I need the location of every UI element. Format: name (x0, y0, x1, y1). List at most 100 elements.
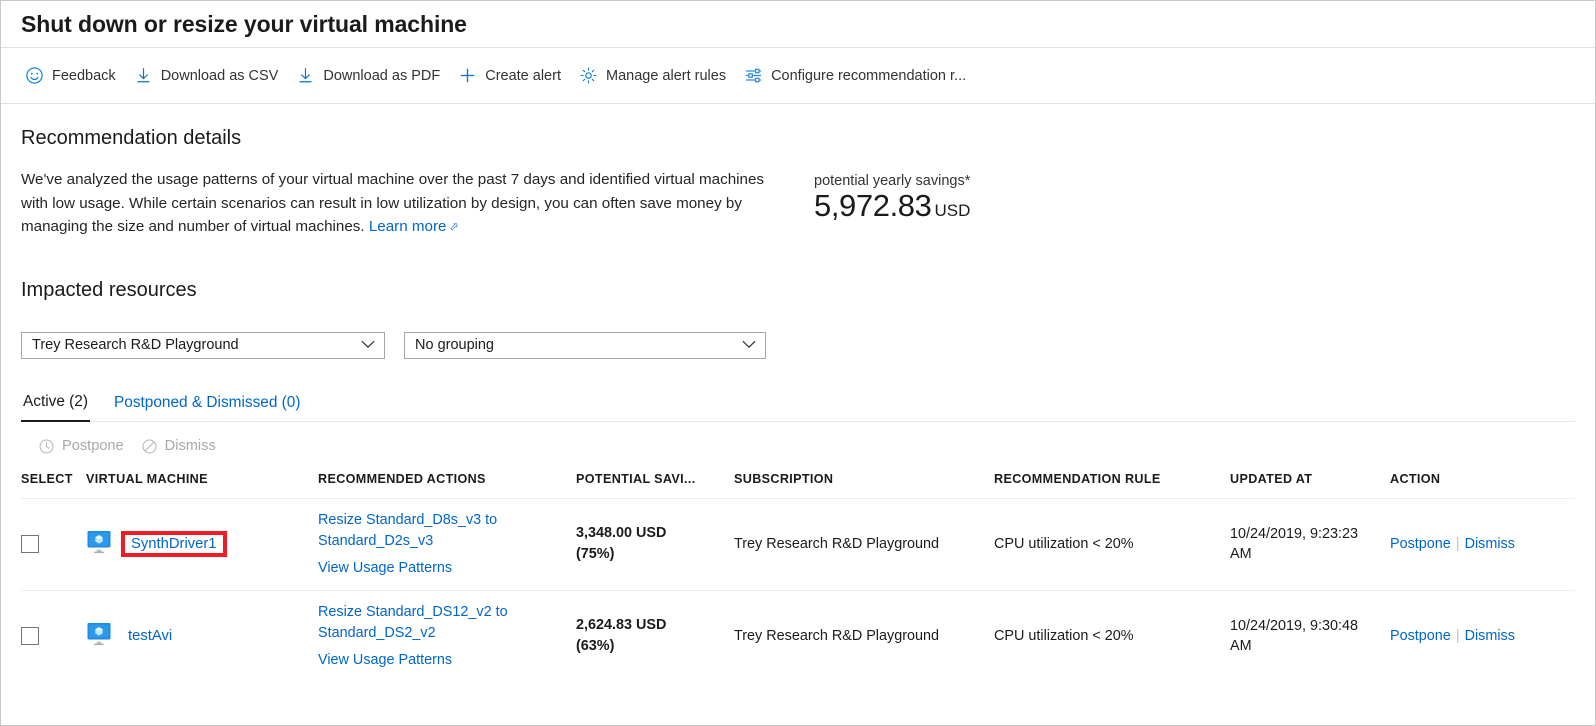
external-link-icon: ⬀ (450, 216, 459, 240)
table-header-row: SELECT VIRTUAL MACHINE RECOMMENDED ACTIO… (21, 468, 1575, 499)
virtual-machine-link[interactable]: testAvi (121, 625, 179, 647)
plus-icon (458, 66, 477, 85)
manage-alert-rules-button[interactable]: Manage alert rules (574, 62, 739, 89)
row-postpone-link[interactable]: Postpone (1390, 628, 1451, 644)
smiley-icon (25, 66, 44, 85)
recommendation-details-row: We've analyzed the usage patterns of you… (21, 168, 1575, 241)
row-checkbox[interactable] (21, 627, 39, 645)
row-action-cell: Postpone | Dismiss (1390, 590, 1575, 682)
feedback-button[interactable]: Feedback (20, 62, 129, 89)
download-pdf-label: Download as PDF (323, 68, 440, 84)
row-recommended-action-cell: Resize Standard_D8s_v3 to Standard_D2s_v… (318, 498, 576, 590)
row-updated-at-cell: 10/24/2019, 9:23:23 AM (1230, 498, 1390, 590)
block-icon (141, 438, 158, 455)
row-savings-amount: 2,624.83 USD (576, 615, 724, 636)
row-dismiss-link[interactable]: Dismiss (1465, 536, 1515, 552)
table-header: SELECT VIRTUAL MACHINE RECOMMENDED ACTIO… (21, 468, 1575, 499)
blade-titlebar: Shut down or resize your virtual machine (1, 1, 1595, 48)
scope-filter-dropdown[interactable]: Trey Research R&D Playground (21, 332, 385, 359)
action-separator: | (1456, 628, 1460, 644)
row-dismiss-link[interactable]: Dismiss (1465, 628, 1515, 644)
row-subscription-cell: Trey Research R&D Playground (734, 590, 994, 682)
row-select-cell (21, 498, 86, 590)
tab-active[interactable]: Active (2) (21, 393, 90, 422)
row-savings-percent: (75%) (576, 544, 724, 565)
feedback-label: Feedback (52, 68, 116, 84)
potential-savings-label: potential yearly savings* (814, 173, 970, 189)
recommendation-description: We've analyzed the usage patterns of you… (21, 168, 791, 241)
page-title: Shut down or resize your virtual machine (21, 11, 467, 38)
impacted-resources-title: Impacted resources (21, 279, 1575, 302)
resize-recommendation-link[interactable]: Resize Standard_D8s_v3 to Standard_D2s_v… (318, 512, 497, 549)
clock-icon (38, 438, 55, 455)
configure-recommendation-button[interactable]: Configure recommendation r... (739, 62, 979, 89)
table-body: SynthDriver1 Resize Standard_D8s_v3 to S… (21, 498, 1575, 682)
virtual-machine-icon (86, 622, 112, 650)
chevron-down-icon (361, 337, 375, 353)
row-postpone-link[interactable]: Postpone (1390, 536, 1451, 552)
dismiss-label: Dismiss (165, 438, 216, 454)
row-updated-at-cell: 10/24/2019, 9:30:48 AM (1230, 590, 1390, 682)
savings-amount-number: 5,972.83 (814, 188, 931, 223)
learn-more-link[interactable]: Learn more (369, 218, 447, 235)
recommendation-tabs: Active (2) Postponed & Dismissed (0) (21, 393, 1575, 422)
savings-currency: USD (934, 201, 970, 220)
gear-icon (579, 66, 598, 85)
recommendations-table: SELECT VIRTUAL MACHINE RECOMMENDED ACTIO… (21, 468, 1575, 682)
column-header-recommendation-rule: RECOMMENDATION RULE (994, 468, 1230, 499)
grouping-filter-dropdown[interactable]: No grouping (404, 332, 766, 359)
download-csv-label: Download as CSV (161, 68, 279, 84)
virtual-machine-icon (86, 530, 112, 558)
row-actions-bar: Postpone Dismiss (21, 422, 1575, 468)
download-icon (134, 66, 153, 85)
column-header-potential-savings: POTENTIAL SAVI... (576, 468, 734, 499)
row-potential-savings-cell: 3,348.00 USD (75%) (576, 498, 734, 590)
column-header-subscription: SUBSCRIPTION (734, 468, 994, 499)
column-header-updated-at: UPDATED AT (1230, 468, 1390, 499)
tab-postponed-dismissed[interactable]: Postponed & Dismissed (0) (112, 394, 302, 421)
row-action-cell: Postpone | Dismiss (1390, 498, 1575, 590)
view-usage-patterns-link[interactable]: View Usage Patterns (318, 650, 566, 671)
row-recommendation-rule-cell: CPU utilization < 20% (994, 498, 1230, 590)
recommendation-details-title: Recommendation details (21, 104, 1575, 150)
row-subscription-cell: Trey Research R&D Playground (734, 498, 994, 590)
table-row: testAvi Resize Standard_DS12_v2 to Stand… (21, 590, 1575, 682)
action-separator: | (1456, 536, 1460, 552)
sliders-icon (744, 66, 763, 85)
chevron-down-icon (742, 337, 756, 353)
create-alert-button[interactable]: Create alert (453, 62, 574, 89)
download-icon (296, 66, 315, 85)
potential-savings-value: 5,972.83USD (814, 190, 970, 223)
download-pdf-button[interactable]: Download as PDF (291, 62, 453, 89)
row-virtual-machine-cell: SynthDriver1 (86, 498, 318, 590)
postpone-label: Postpone (62, 438, 124, 454)
row-recommended-action-cell: Resize Standard_DS12_v2 to Standard_DS2_… (318, 590, 576, 682)
recommendation-blade: Shut down or resize your virtual machine… (0, 0, 1596, 726)
potential-savings-panel: potential yearly savings* 5,972.83USD (814, 168, 970, 223)
command-bar: Feedback Download as CSV Download as (1, 48, 1595, 104)
create-alert-label: Create alert (485, 68, 561, 84)
row-savings-percent: (63%) (576, 636, 724, 657)
blade-content: Recommendation details We've analyzed th… (1, 104, 1595, 682)
scope-filter-value: Trey Research R&D Playground (32, 337, 239, 353)
column-header-select: SELECT (21, 468, 86, 499)
manage-alert-rules-label: Manage alert rules (606, 68, 726, 84)
row-savings-amount: 3,348.00 USD (576, 523, 724, 544)
column-header-virtual-machine: VIRTUAL MACHINE (86, 468, 318, 499)
column-header-action: ACTION (1390, 468, 1575, 499)
filters-row: Trey Research R&D Playground No grouping (21, 332, 1575, 359)
resize-recommendation-link[interactable]: Resize Standard_DS12_v2 to Standard_DS2_… (318, 604, 508, 641)
column-header-recommended-actions: RECOMMENDED ACTIONS (318, 468, 576, 499)
row-checkbox[interactable] (21, 535, 39, 553)
dismiss-button[interactable]: Dismiss (141, 438, 216, 455)
download-csv-button[interactable]: Download as CSV (129, 62, 292, 89)
row-recommendation-rule-cell: CPU utilization < 20% (994, 590, 1230, 682)
view-usage-patterns-link[interactable]: View Usage Patterns (318, 558, 566, 579)
configure-recommendation-label: Configure recommendation r... (771, 68, 966, 84)
table-row: SynthDriver1 Resize Standard_D8s_v3 to S… (21, 498, 1575, 590)
row-select-cell (21, 590, 86, 682)
row-virtual-machine-cell: testAvi (86, 590, 318, 682)
postpone-button[interactable]: Postpone (38, 438, 124, 455)
virtual-machine-link[interactable]: SynthDriver1 (121, 531, 227, 557)
grouping-filter-value: No grouping (415, 337, 494, 353)
